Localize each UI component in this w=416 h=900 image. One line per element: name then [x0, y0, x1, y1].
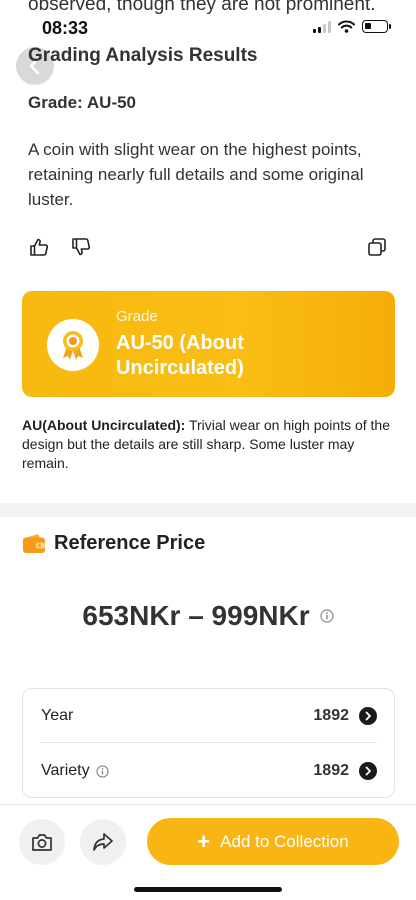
bottom-action-bar: + Add to Collection	[0, 804, 416, 900]
share-button[interactable]	[80, 819, 126, 865]
detail-row-variety[interactable]: Variety 1892	[41, 744, 377, 798]
copy-icon	[368, 238, 386, 256]
details-card: Year 1892 Variety 1892	[22, 688, 395, 798]
award-badge-icon	[63, 331, 83, 360]
feedback-actions	[28, 236, 388, 258]
add-to-collection-label: Add to Collection	[220, 831, 349, 851]
chevron-right-icon	[359, 762, 377, 780]
grade-card-label: Grade	[116, 308, 158, 325]
award-badge	[47, 319, 99, 371]
grade-card-value: AU-50 (About Uncirculated)	[116, 332, 244, 379]
detail-value: 1892	[313, 706, 349, 724]
price-row: 653NKr – 999NKr	[0, 600, 416, 632]
grade-note-term: AU(About Uncirculated):	[22, 417, 186, 433]
detail-row-year[interactable]: Year 1892	[41, 689, 377, 743]
detail-label: Variety	[41, 762, 90, 779]
chevron-right-icon	[359, 706, 377, 725]
status-icons	[313, 20, 391, 33]
price-range: 653NKr – 999NKr	[82, 600, 310, 631]
info-icon[interactable]	[320, 609, 334, 623]
grade-line: Grade: AU-50	[28, 93, 137, 112]
status-bar: 08:33	[0, 0, 416, 44]
thumbs-up-icon	[30, 238, 49, 256]
analysis-title: Grading Analysis Results	[28, 45, 258, 66]
status-time: 08:33	[42, 18, 89, 38]
detail-value: 1892	[313, 762, 349, 779]
camera-button[interactable]	[19, 819, 65, 865]
camera-icon	[32, 833, 52, 851]
thumbs-down-button[interactable]	[70, 236, 92, 258]
share-icon	[93, 833, 113, 851]
grade-card: Grade AU-50 (About Uncirculated)	[22, 291, 395, 397]
signal-icon	[313, 20, 331, 33]
wallet-icon	[23, 534, 45, 553]
grade-note: AU(About Uncirculated): Trivial wear on …	[22, 416, 397, 473]
plus-icon: +	[197, 828, 211, 854]
home-indicator	[134, 887, 282, 892]
add-to-collection-button[interactable]: + Add to Collection	[147, 818, 399, 865]
thumbs-up-button[interactable]	[28, 236, 50, 258]
battery-icon	[362, 20, 391, 33]
reference-title: Reference Price	[54, 532, 206, 554]
info-icon[interactable]	[95, 764, 109, 778]
analysis-description: A coin with slight wear on the highest p…	[28, 140, 364, 209]
thumbs-down-icon	[72, 238, 91, 256]
copy-button[interactable]	[366, 236, 388, 258]
wifi-icon	[338, 20, 355, 33]
reference-header: Reference Price	[22, 532, 205, 555]
section-divider	[0, 503, 416, 517]
detail-label: Year	[41, 706, 74, 724]
